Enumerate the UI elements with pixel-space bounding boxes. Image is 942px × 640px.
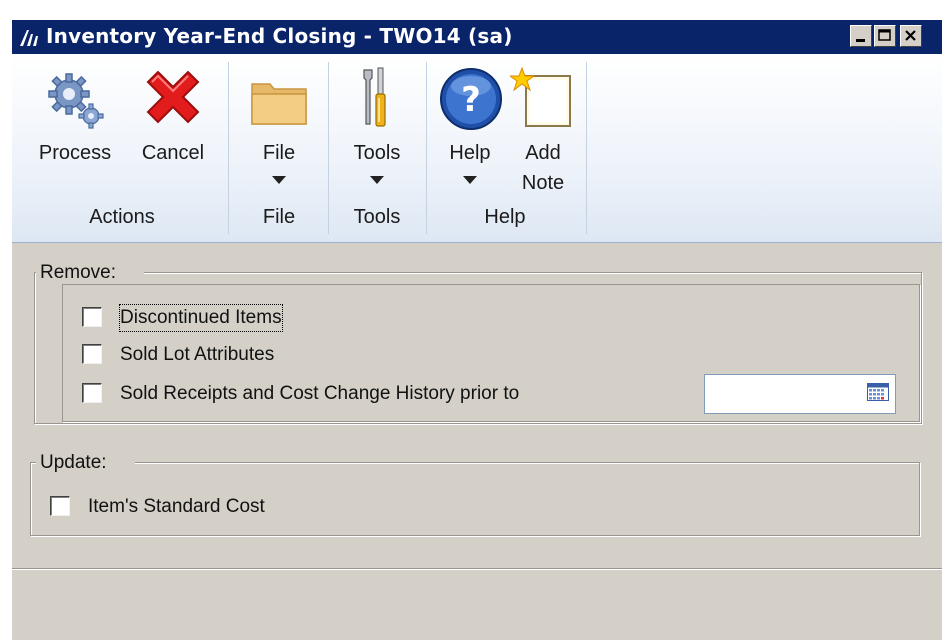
dynamics-logo-icon xyxy=(20,30,38,46)
cancel-button[interactable]: Cancel xyxy=(128,64,218,204)
tools-label: Tools xyxy=(353,142,401,164)
inventory-year-end-closing-window: Inventory Year-End Closing - TWO14 (sa) xyxy=(12,20,942,640)
minimize-button[interactable] xyxy=(850,25,872,47)
update-label: Update: xyxy=(36,452,135,474)
group-separator xyxy=(586,62,587,234)
calendar-icon[interactable] xyxy=(867,383,889,401)
help-menu-button[interactable]: ? Help xyxy=(432,64,508,204)
group-separator xyxy=(328,62,329,234)
sold-receipts-label[interactable]: Sold Receipts and Cost Change History pr… xyxy=(120,381,519,407)
sold-lot-attributes-option[interactable]: Sold Lot Attributes xyxy=(82,342,482,368)
add-note-button[interactable]: Add Note xyxy=(508,64,578,204)
sold-receipts-checkbox[interactable] xyxy=(82,383,102,403)
tools-icon xyxy=(363,67,386,127)
group-label-file: File xyxy=(262,206,296,228)
maximize-button[interactable] xyxy=(874,25,896,47)
add-note-label-line1: Add xyxy=(525,142,561,164)
sold-lot-attributes-checkbox[interactable] xyxy=(82,344,102,364)
group-separator xyxy=(228,62,229,234)
help-label: Help xyxy=(449,142,491,164)
process-button[interactable]: Process xyxy=(30,64,120,204)
red-x-icon xyxy=(146,70,200,124)
items-standard-cost-checkbox[interactable] xyxy=(50,496,70,516)
tools-menu-button[interactable]: Tools xyxy=(334,64,420,204)
minimize-icon xyxy=(856,39,865,42)
form-body: Remove: Discontinued Items Sold Lot Attr… xyxy=(12,242,942,640)
close-icon xyxy=(905,30,916,41)
items-standard-cost-label[interactable]: Item's Standard Cost xyxy=(88,494,265,520)
help-icon: ? xyxy=(440,68,502,130)
group-label-tools: Tools xyxy=(353,206,401,228)
add-note-label-line2: Note xyxy=(521,172,565,194)
discontinued-items-checkbox[interactable] xyxy=(82,307,102,327)
svg-text:?: ? xyxy=(461,80,481,120)
footer-divider xyxy=(12,568,942,569)
group-label-help: Help xyxy=(484,206,526,228)
note-icon xyxy=(510,66,571,127)
file-label: File xyxy=(262,142,296,164)
prior-to-date-field[interactable] xyxy=(704,374,896,414)
gears-icon xyxy=(48,73,104,129)
chevron-down-icon xyxy=(463,176,477,184)
remove-label: Remove: xyxy=(36,262,145,284)
group-label-actions: Actions xyxy=(89,206,155,228)
folder-icon xyxy=(251,83,307,125)
process-label: Process xyxy=(38,142,112,164)
maximize-icon xyxy=(878,29,891,41)
file-menu-button[interactable]: File xyxy=(238,64,320,204)
close-window-button[interactable] xyxy=(900,25,922,47)
sold-receipts-option[interactable]: Sold Receipts and Cost Change History pr… xyxy=(82,381,642,407)
items-standard-cost-option[interactable]: Item's Standard Cost xyxy=(50,494,350,520)
window-title: Inventory Year-End Closing - TWO14 (sa) xyxy=(46,24,513,48)
chevron-down-icon xyxy=(370,176,384,184)
ribbon-toolbar: Process Cancel Actions File File Tools T… xyxy=(12,54,942,243)
chevron-down-icon xyxy=(272,176,286,184)
sold-lot-attributes-label[interactable]: Sold Lot Attributes xyxy=(120,342,274,368)
group-separator xyxy=(426,62,427,234)
discontinued-items-option[interactable]: Discontinued Items xyxy=(82,304,482,332)
cancel-label: Cancel xyxy=(141,142,205,164)
title-bar[interactable]: Inventory Year-End Closing - TWO14 (sa) xyxy=(12,20,942,54)
discontinued-items-label[interactable]: Discontinued Items xyxy=(119,304,283,332)
